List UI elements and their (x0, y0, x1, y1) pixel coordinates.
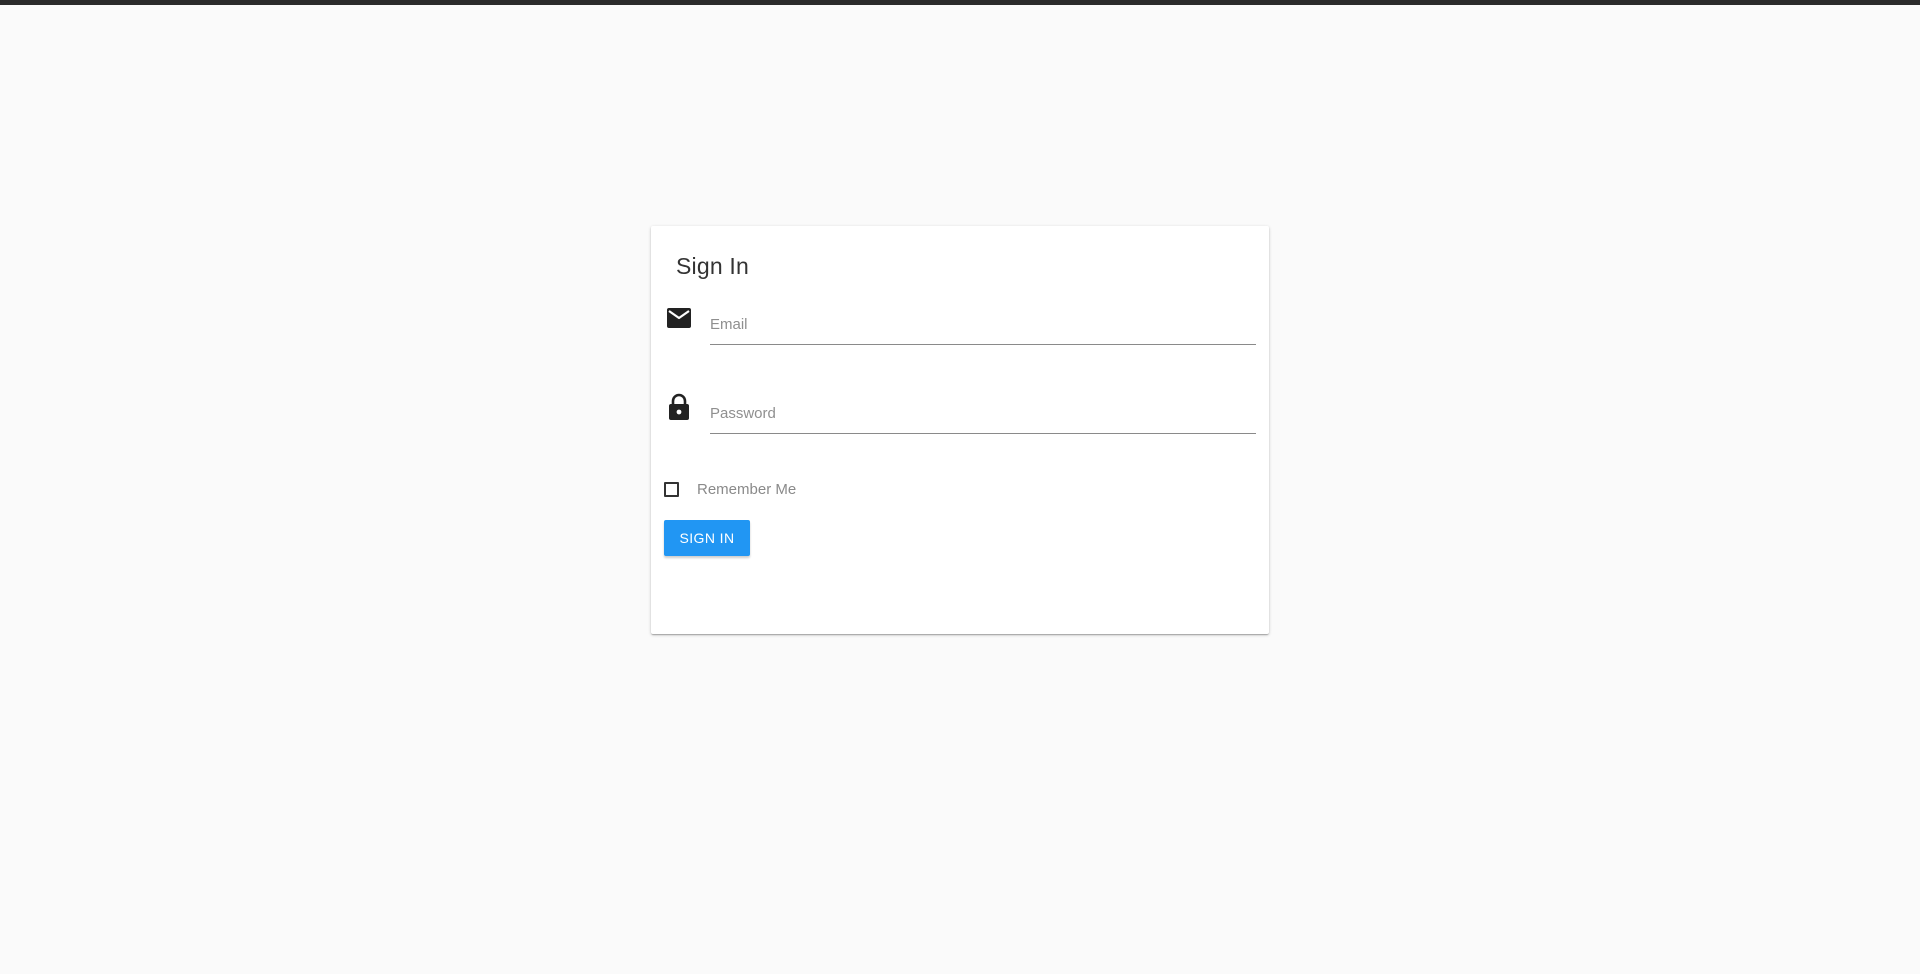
email-row (665, 304, 1256, 345)
password-row (665, 393, 1256, 434)
card-title: Sign In (676, 253, 750, 279)
remember-me-label: Remember Me (697, 480, 797, 498)
remember-me-checkbox[interactable] (664, 481, 679, 497)
remember-me-row: Remember Me (664, 477, 796, 501)
email-input[interactable] (710, 310, 1256, 338)
top-bar (0, 0, 1920, 5)
sign-in-card: Sign In Remember Me SIGN IN (651, 226, 1269, 634)
password-input[interactable] (710, 399, 1256, 427)
password-field-wrap (710, 393, 1256, 434)
email-field-wrap (710, 304, 1256, 345)
mail-icon (665, 304, 693, 332)
sign-in-button[interactable]: SIGN IN (664, 520, 750, 556)
lock-icon (665, 393, 693, 421)
